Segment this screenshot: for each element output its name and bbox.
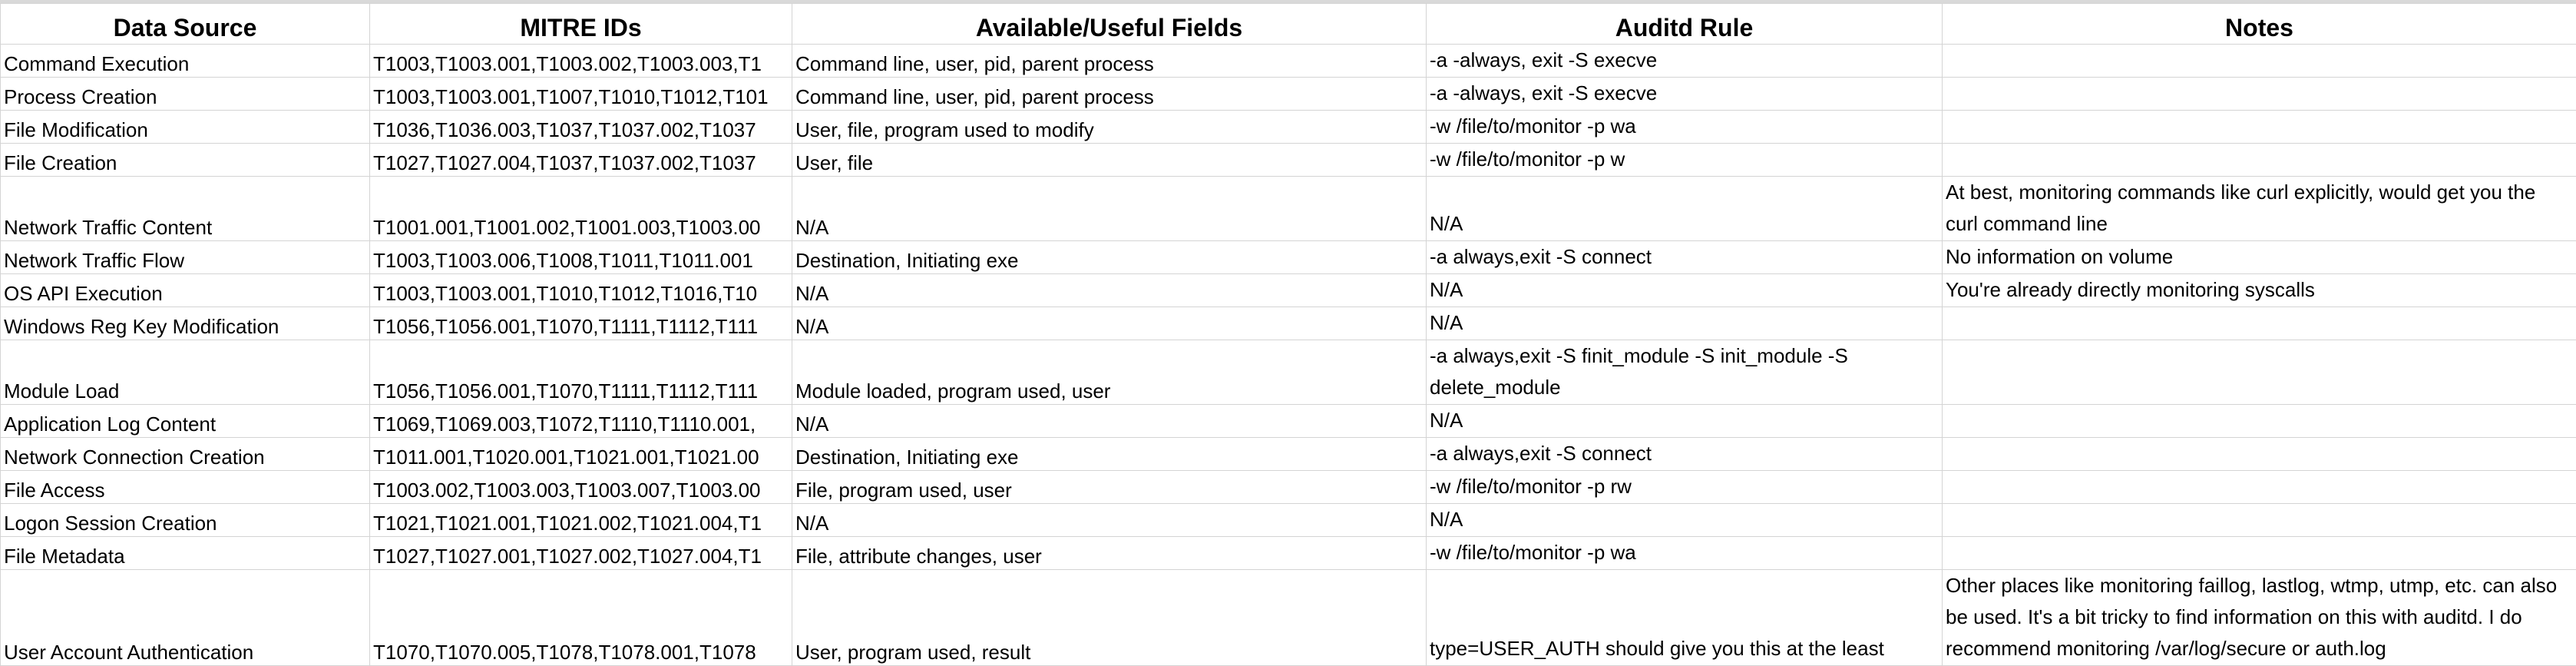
cell-notes[interactable]: [1943, 504, 2576, 537]
cell-mitre-ids[interactable]: T1056,T1056.001,T1070,T1111,T1112,T111: [370, 340, 792, 405]
cell-notes[interactable]: [1943, 438, 2576, 471]
table-row: Network Connection CreationT1011.001,T10…: [1, 438, 2576, 471]
cell-notes[interactable]: [1943, 340, 2576, 405]
cell-notes[interactable]: At best, monitoring commands like curl e…: [1943, 177, 2576, 241]
cell-auditd-rule[interactable]: type=USER_AUTH should give you this at t…: [1427, 570, 1943, 666]
cell-notes[interactable]: [1943, 307, 2576, 340]
cell-data-source[interactable]: Network Traffic Flow: [1, 241, 370, 274]
cell-available-fields[interactable]: Destination, Initiating exe: [792, 241, 1427, 274]
cell-available-fields[interactable]: File, program used, user: [792, 471, 1427, 504]
cell-data-source[interactable]: OS API Execution: [1, 274, 370, 307]
cell-available-fields[interactable]: File, attribute changes, user: [792, 537, 1427, 570]
cell-mitre-ids[interactable]: T1036,T1036.003,T1037,T1037.002,T1037: [370, 111, 792, 144]
table-row: Module LoadT1056,T1056.001,T1070,T1111,T…: [1, 340, 2576, 405]
cell-mitre-ids[interactable]: T1003.002,T1003.003,T1003.007,T1003.00: [370, 471, 792, 504]
table-row: File AccessT1003.002,T1003.003,T1003.007…: [1, 471, 2576, 504]
table-row: Command ExecutionT1003,T1003.001,T1003.0…: [1, 45, 2576, 78]
cell-data-source[interactable]: Windows Reg Key Modification: [1, 307, 370, 340]
cell-data-source[interactable]: Process Creation: [1, 78, 370, 111]
cell-mitre-ids[interactable]: T1069,T1069.003,T1072,T1110,T1110.001,: [370, 405, 792, 438]
cell-mitre-ids[interactable]: T1001.001,T1001.002,T1001.003,T1003.00: [370, 177, 792, 241]
cell-auditd-rule[interactable]: -w /file/to/monitor -p wa: [1427, 111, 1943, 144]
cell-mitre-ids[interactable]: T1070,T1070.005,T1078,T1078.001,T1078: [370, 570, 792, 666]
cell-notes[interactable]: [1943, 405, 2576, 438]
table-row: OS API ExecutionT1003,T1003.001,T1010,T1…: [1, 274, 2576, 307]
cell-available-fields[interactable]: User, file, program used to modify: [792, 111, 1427, 144]
header-row: Data Source MITRE IDs Available/Useful F…: [1, 4, 2576, 45]
cell-mitre-ids[interactable]: T1003,T1003.006,T1008,T1011,T1011.001: [370, 241, 792, 274]
cell-mitre-ids[interactable]: T1003,T1003.001,T1003.002,T1003.003,T1: [370, 45, 792, 78]
cell-data-source[interactable]: Network Connection Creation: [1, 438, 370, 471]
cell-auditd-rule[interactable]: N/A: [1427, 504, 1943, 537]
cell-auditd-rule[interactable]: N/A: [1427, 177, 1943, 241]
cell-notes[interactable]: [1943, 471, 2576, 504]
cell-auditd-rule[interactable]: N/A: [1427, 274, 1943, 307]
header-cell-available-fields[interactable]: Available/Useful Fields: [792, 4, 1427, 45]
cell-notes[interactable]: You're already directly monitoring sysca…: [1943, 274, 2576, 307]
cell-auditd-rule[interactable]: -a -always, exit -S execve: [1427, 78, 1943, 111]
cell-data-source[interactable]: Command Execution: [1, 45, 370, 78]
cell-auditd-rule[interactable]: -a always,exit -S connect: [1427, 438, 1943, 471]
header-cell-auditd-rule[interactable]: Auditd Rule: [1427, 4, 1943, 45]
cell-notes[interactable]: Other places like monitoring faillog, la…: [1943, 570, 2576, 666]
cell-available-fields[interactable]: N/A: [792, 405, 1427, 438]
spreadsheet-grid: Data Source MITRE IDs Available/Useful F…: [0, 3, 2576, 666]
cell-notes[interactable]: No information on volume: [1943, 241, 2576, 274]
table-row: Logon Session CreationT1021,T1021.001,T1…: [1, 504, 2576, 537]
cell-notes[interactable]: [1943, 78, 2576, 111]
cell-available-fields[interactable]: Module loaded, program used, user: [792, 340, 1427, 405]
cell-available-fields[interactable]: Command line, user, pid, parent process: [792, 45, 1427, 78]
cell-auditd-rule[interactable]: -w /file/to/monitor -p w: [1427, 144, 1943, 177]
cell-available-fields[interactable]: Destination, Initiating exe: [792, 438, 1427, 471]
cell-auditd-rule[interactable]: -a always,exit -S connect: [1427, 241, 1943, 274]
table-row: Network Traffic FlowT1003,T1003.006,T100…: [1, 241, 2576, 274]
cell-data-source[interactable]: Module Load: [1, 340, 370, 405]
cell-notes[interactable]: [1943, 144, 2576, 177]
cell-data-source[interactable]: Application Log Content: [1, 405, 370, 438]
cell-mitre-ids[interactable]: T1003,T1003.001,T1007,T1010,T1012,T101: [370, 78, 792, 111]
header-cell-notes[interactable]: Notes: [1943, 4, 2576, 45]
table-row: User Account AuthenticationT1070,T1070.0…: [1, 570, 2576, 666]
cell-notes[interactable]: [1943, 537, 2576, 570]
cell-auditd-rule[interactable]: N/A: [1427, 405, 1943, 438]
cell-available-fields[interactable]: N/A: [792, 504, 1427, 537]
table-row: File MetadataT1027,T1027.001,T1027.002,T…: [1, 537, 2576, 570]
cell-available-fields[interactable]: User, program used, result: [792, 570, 1427, 666]
cell-auditd-rule[interactable]: -w /file/to/monitor -p wa: [1427, 537, 1943, 570]
cell-auditd-rule[interactable]: -w /file/to/monitor -p rw: [1427, 471, 1943, 504]
cell-notes[interactable]: [1943, 45, 2576, 78]
cell-data-source[interactable]: File Metadata: [1, 537, 370, 570]
cell-mitre-ids[interactable]: T1027,T1027.004,T1037,T1037.002,T1037: [370, 144, 792, 177]
cell-data-source[interactable]: Logon Session Creation: [1, 504, 370, 537]
cell-data-source[interactable]: Network Traffic Content: [1, 177, 370, 241]
cell-auditd-rule[interactable]: -a -always, exit -S execve: [1427, 45, 1943, 78]
cell-mitre-ids[interactable]: T1011.001,T1020.001,T1021.001,T1021.00: [370, 438, 792, 471]
table-row: Application Log ContentT1069,T1069.003,T…: [1, 405, 2576, 438]
table-row: Windows Reg Key ModificationT1056,T1056.…: [1, 307, 2576, 340]
cell-mitre-ids[interactable]: T1027,T1027.001,T1027.002,T1027.004,T1: [370, 537, 792, 570]
cell-notes[interactable]: [1943, 111, 2576, 144]
cell-mitre-ids[interactable]: T1021,T1021.001,T1021.002,T1021.004,T1: [370, 504, 792, 537]
cell-auditd-rule[interactable]: N/A: [1427, 307, 1943, 340]
cell-available-fields[interactable]: N/A: [792, 307, 1427, 340]
cell-mitre-ids[interactable]: T1056,T1056.001,T1070,T1111,T1112,T111: [370, 307, 792, 340]
cell-data-source[interactable]: User Account Authentication: [1, 570, 370, 666]
cell-data-source[interactable]: File Modification: [1, 111, 370, 144]
cell-mitre-ids[interactable]: T1003,T1003.001,T1010,T1012,T1016,T10: [370, 274, 792, 307]
header-cell-mitre-ids[interactable]: MITRE IDs: [370, 4, 792, 45]
cell-available-fields[interactable]: User, file: [792, 144, 1427, 177]
cell-auditd-rule[interactable]: -a always,exit -S finit_module -S init_m…: [1427, 340, 1943, 405]
table-row: File ModificationT1036,T1036.003,T1037,T…: [1, 111, 2576, 144]
table-row: Network Traffic ContentT1001.001,T1001.0…: [1, 177, 2576, 241]
table-row: Process CreationT1003,T1003.001,T1007,T1…: [1, 78, 2576, 111]
cell-available-fields[interactable]: N/A: [792, 177, 1427, 241]
header-cell-data-source[interactable]: Data Source: [1, 4, 370, 45]
cell-available-fields[interactable]: N/A: [792, 274, 1427, 307]
table-row: File CreationT1027,T1027.004,T1037,T1037…: [1, 144, 2576, 177]
cell-data-source[interactable]: File Access: [1, 471, 370, 504]
cell-data-source[interactable]: File Creation: [1, 144, 370, 177]
cell-available-fields[interactable]: Command line, user, pid, parent process: [792, 78, 1427, 111]
